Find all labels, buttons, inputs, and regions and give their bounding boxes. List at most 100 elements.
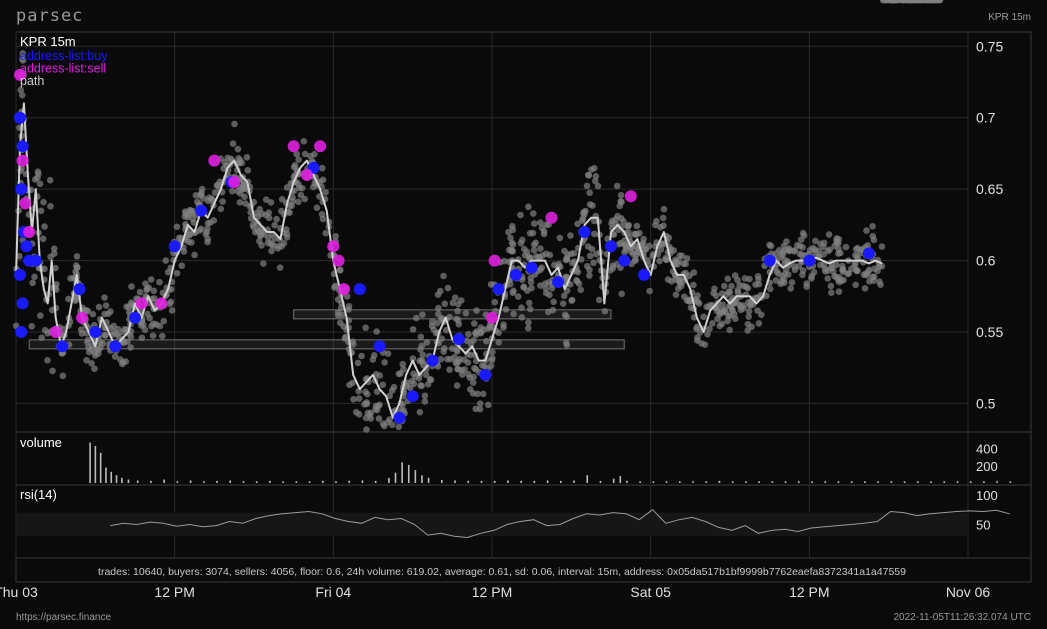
trade-point bbox=[440, 272, 447, 280]
volume-tick-label: 400 bbox=[976, 442, 998, 457]
volume-bar bbox=[295, 481, 298, 483]
volume-bar bbox=[388, 477, 390, 483]
sell-point bbox=[16, 154, 29, 167]
volume-bar bbox=[546, 480, 549, 483]
trade-point bbox=[370, 351, 378, 359]
trade-point bbox=[36, 180, 44, 188]
trade-point bbox=[617, 197, 625, 205]
panel-border bbox=[15, 431, 1032, 486]
volume-title: volume bbox=[20, 435, 62, 450]
trade-point bbox=[617, 215, 625, 222]
trade-point bbox=[260, 260, 267, 267]
trade-point bbox=[465, 330, 472, 338]
legend-entry: path bbox=[20, 74, 44, 88]
trade-point bbox=[545, 279, 553, 286]
trade-point bbox=[839, 268, 847, 275]
volume-bar bbox=[626, 480, 628, 483]
footer-url[interactable]: https://parsec.finance bbox=[16, 612, 111, 623]
volume-bar bbox=[361, 480, 364, 483]
trade-point bbox=[319, 215, 327, 223]
trade-point bbox=[766, 285, 774, 293]
trade-point bbox=[479, 390, 487, 398]
trade-point bbox=[111, 353, 119, 360]
volume-bar bbox=[824, 481, 827, 483]
trade-point bbox=[524, 324, 532, 332]
trade-point bbox=[276, 264, 284, 271]
trade-point bbox=[808, 275, 815, 282]
trade-point bbox=[718, 290, 726, 297]
trade-point bbox=[538, 264, 546, 272]
volume-bar bbox=[983, 481, 985, 483]
volume-bar bbox=[996, 481, 998, 483]
trade-point bbox=[423, 339, 431, 346]
trade-point bbox=[613, 182, 621, 190]
trade-point bbox=[416, 408, 424, 416]
trade-point bbox=[853, 267, 860, 275]
trade-point bbox=[267, 199, 275, 206]
trade-point bbox=[795, 262, 803, 270]
trade-point bbox=[319, 176, 327, 184]
trade-point bbox=[51, 245, 58, 253]
trade-point bbox=[812, 237, 819, 245]
trade-point bbox=[322, 188, 329, 196]
trade-point bbox=[601, 308, 609, 315]
volume-bar bbox=[189, 480, 192, 483]
trade-point bbox=[617, 239, 625, 247]
trade-point bbox=[381, 359, 388, 366]
trade-point bbox=[491, 298, 499, 306]
sell-point bbox=[300, 168, 313, 181]
volume-bar bbox=[652, 481, 655, 483]
trade-point bbox=[472, 365, 480, 373]
trade-point bbox=[173, 223, 181, 231]
trade-point bbox=[833, 237, 840, 244]
trade-point bbox=[453, 382, 461, 389]
panel-border bbox=[15, 31, 1032, 433]
trade-point bbox=[453, 360, 460, 367]
trade-point bbox=[234, 145, 242, 153]
trade-point bbox=[446, 366, 453, 373]
trade-point bbox=[472, 405, 480, 413]
trade-point bbox=[462, 309, 470, 317]
trade-point bbox=[168, 307, 176, 314]
trade-point bbox=[451, 294, 459, 301]
trade-point bbox=[869, 232, 877, 240]
trade-point bbox=[477, 324, 485, 331]
trade-point bbox=[594, 182, 602, 190]
buy-point bbox=[509, 268, 522, 281]
trade-point bbox=[745, 308, 753, 315]
trade-point bbox=[271, 221, 278, 229]
volume-bar bbox=[679, 481, 681, 483]
trade-point bbox=[435, 304, 442, 312]
trade-point bbox=[817, 261, 824, 269]
trade-point bbox=[518, 304, 525, 311]
trade-point bbox=[229, 140, 237, 147]
trade-point bbox=[101, 310, 108, 318]
trade-point bbox=[609, 265, 617, 272]
x-tick-label: Fri 04 bbox=[315, 584, 351, 600]
trade-point bbox=[568, 259, 576, 267]
sell-point bbox=[228, 176, 241, 188]
trade-point bbox=[158, 332, 166, 340]
trade-point bbox=[633, 222, 641, 230]
trade-point bbox=[375, 415, 383, 422]
trade-point bbox=[41, 223, 48, 230]
buy-point bbox=[20, 240, 33, 253]
volume-bar bbox=[784, 481, 787, 483]
trade-point bbox=[421, 398, 429, 405]
trade-point bbox=[852, 281, 859, 289]
sell-point bbox=[23, 226, 36, 238]
x-tick-label: Nov 06 bbox=[946, 584, 991, 600]
trade-point bbox=[827, 289, 835, 296]
trade-point bbox=[505, 228, 512, 236]
trade-point bbox=[660, 205, 668, 213]
trade-point bbox=[331, 284, 338, 291]
trade-point bbox=[443, 355, 451, 363]
trade-point bbox=[295, 198, 302, 206]
trade-point bbox=[866, 278, 873, 285]
trade-point bbox=[866, 266, 873, 274]
trade-point bbox=[29, 279, 36, 287]
trade-point bbox=[188, 239, 195, 246]
trade-point bbox=[736, 281, 743, 289]
trade-point bbox=[191, 251, 198, 259]
buy-point bbox=[803, 254, 816, 267]
